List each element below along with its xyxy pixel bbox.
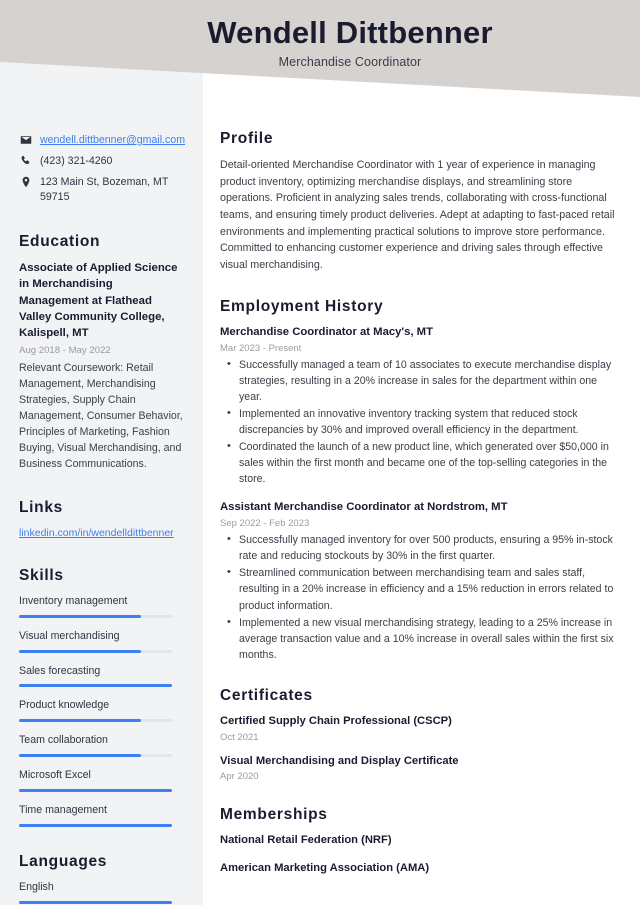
education-title: Associate of Applied Science in Merchand… xyxy=(19,262,178,339)
skill-bar-fill xyxy=(19,719,142,723)
skill-bar-track xyxy=(19,649,172,653)
skill-bar-track xyxy=(19,719,172,723)
certificate-entry: Visual Merchandising and Display Certifi… xyxy=(220,754,620,783)
skill-bar-track xyxy=(19,823,172,827)
section-heading-links: Links xyxy=(19,498,63,516)
certificate-date: Apr 2020 xyxy=(220,771,259,783)
location-pin-icon xyxy=(19,175,33,188)
skill-item: Product knowledge xyxy=(19,698,185,723)
skill-bar-fill xyxy=(19,684,172,688)
section-profile: Profile Detail-oriented Merchandise Coor… xyxy=(220,130,620,274)
contact-email-text[interactable]: wendell.dittbenner@gmail.com xyxy=(40,133,185,148)
skill-bar-track xyxy=(19,614,172,618)
link-linkedin[interactable]: linkedin.com/in/wendelldittbenner xyxy=(19,526,185,541)
email-icon xyxy=(19,133,33,146)
section-heading-certificates: Certificates xyxy=(220,686,313,704)
skill-label: Product knowledge xyxy=(19,699,110,712)
certificate-date: Oct 2021 xyxy=(220,731,259,743)
section-heading-memberships: Memberships xyxy=(220,806,328,824)
skill-item: Team collaboration xyxy=(19,733,185,758)
certificate-name: Certified Supply Chain Professional (CSC… xyxy=(220,714,452,727)
job-bullet: Implemented an innovative inventory trac… xyxy=(227,405,620,438)
sidebar: wendell.dittbenner@gmail.com (423) 321-4… xyxy=(0,0,203,905)
job-bullet: Streamlined communication between mercha… xyxy=(227,564,620,613)
job-entry: Assistant Merchandise Coordinator at Nor… xyxy=(220,500,620,663)
profile-text: Detail-oriented Merchandise Coordinator … xyxy=(220,159,615,272)
job-bullets: Successfully managed a team of 10 associ… xyxy=(220,356,620,488)
skill-bar-fill xyxy=(19,614,142,618)
header-subtitle: Merchandise Coordinator xyxy=(278,54,422,69)
section-heading-education: Education xyxy=(19,233,101,251)
job-bullet: Successfully managed a team of 10 associ… xyxy=(227,356,620,405)
skill-item: Time management xyxy=(19,803,185,827)
contact-list: wendell.dittbenner@gmail.com (423) 321-4… xyxy=(19,133,185,205)
phone-icon xyxy=(19,154,33,167)
skill-bar-track xyxy=(19,754,172,758)
education-entry: Associate of Applied Science in Merchand… xyxy=(19,260,185,473)
skill-label: Time management xyxy=(19,803,107,816)
section-heading-profile: Profile xyxy=(220,130,274,147)
main-column: Profile Detail-oriented Merchandise Coor… xyxy=(220,130,620,901)
page-title: Wendell Dittbenner xyxy=(207,15,493,50)
section-memberships: Memberships National Retail Federation (… xyxy=(220,806,620,876)
job-bullet: Successfully managed inventory for over … xyxy=(227,531,620,564)
job-bullet: Implemented a new visual merchandising s… xyxy=(227,614,620,663)
language-bar-track xyxy=(19,900,172,904)
membership-item: American Marketing Association (AMA) xyxy=(220,861,430,874)
job-title: Merchandise Coordinator at Macy's, MT xyxy=(220,325,433,338)
language-item: English xyxy=(19,880,185,904)
section-heading-languages: Languages xyxy=(19,852,108,870)
section-heading-employment: Employment History xyxy=(220,297,384,315)
section-certificates: Certificates Certified Supply Chain Prof… xyxy=(220,687,620,782)
contact-item-address: 123 Main St, Bozeman, MT 59715 xyxy=(19,175,185,205)
section-heading-skills: Skills xyxy=(19,566,64,584)
job-date: Sep 2022 - Feb 2023 xyxy=(220,518,310,530)
contact-address-text: 123 Main St, Bozeman, MT 59715 xyxy=(40,176,169,204)
languages-list: English French xyxy=(19,880,185,905)
skill-label: Sales forecasting xyxy=(19,664,101,677)
certificate-name: Visual Merchandising and Display Certifi… xyxy=(220,754,459,767)
skill-label: Microsoft Excel xyxy=(19,769,91,782)
skill-bar-track xyxy=(19,788,172,792)
contact-item-phone[interactable]: (423) 321-4260 xyxy=(19,154,185,169)
skill-bar-fill xyxy=(19,788,172,792)
resume-page: Wendell Dittbenner Merchandise Coordinat… xyxy=(0,0,640,905)
skill-item: Sales forecasting xyxy=(19,664,185,688)
skill-bar-track xyxy=(19,684,172,688)
skill-item: Inventory management xyxy=(19,594,185,618)
contact-phone-text: (423) 321-4260 xyxy=(40,155,113,168)
job-bullets: Successfully managed inventory for over … xyxy=(220,531,620,663)
skill-item: Microsoft Excel xyxy=(19,768,185,792)
skill-item: Visual merchandising xyxy=(19,629,185,653)
job-date: Mar 2023 - Present xyxy=(220,342,302,354)
education-date: Aug 2018 - May 2022 xyxy=(19,345,111,357)
skill-bar-fill xyxy=(19,649,142,653)
certificate-entry: Certified Supply Chain Professional (CSC… xyxy=(220,714,620,743)
job-entry: Merchandise Coordinator at Macy's, MT Ma… xyxy=(220,325,620,488)
language-bar-fill xyxy=(19,900,172,904)
skills-list: Inventory management Visual merchandisin… xyxy=(19,594,185,827)
membership-item: National Retail Federation (NRF) xyxy=(220,834,392,847)
skill-label: Team collaboration xyxy=(19,734,108,747)
skill-bar-fill xyxy=(19,754,142,758)
section-employment-history: Employment History Merchandise Coordinat… xyxy=(220,298,620,663)
education-description: Relevant Coursework: Retail Management, … xyxy=(19,362,183,470)
header-text-block: Wendell Dittbenner Merchandise Coordinat… xyxy=(140,15,560,69)
language-label: English xyxy=(19,880,54,893)
skill-label: Visual merchandising xyxy=(19,629,120,642)
skill-label: Inventory management xyxy=(19,594,128,607)
contact-item-email[interactable]: wendell.dittbenner@gmail.com xyxy=(19,133,185,148)
skill-bar-fill xyxy=(19,823,172,827)
job-title: Assistant Merchandise Coordinator at Nor… xyxy=(220,501,508,514)
job-bullet: Coordinated the launch of a new product … xyxy=(227,438,620,487)
